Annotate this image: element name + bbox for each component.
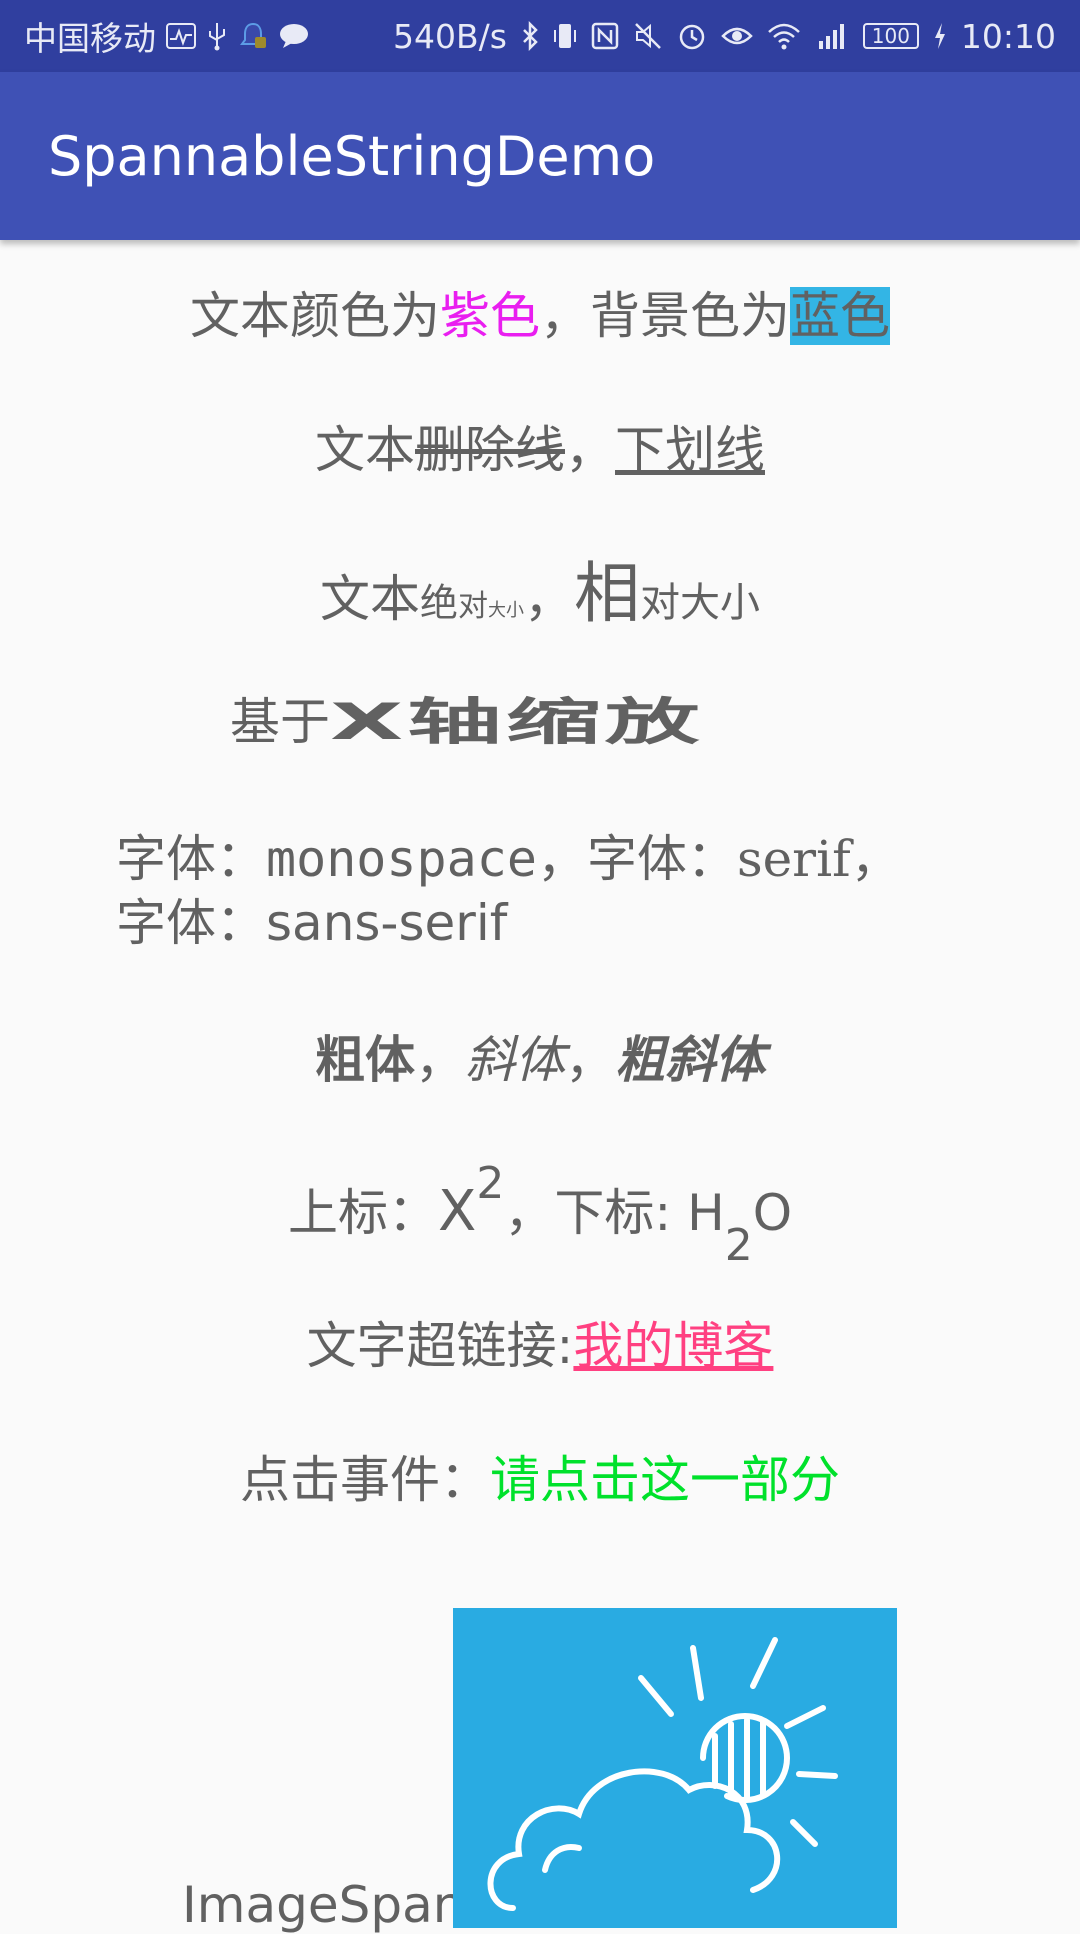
color-line-prefix: 文本颜色为 [190, 287, 440, 345]
app-bar: SpannableStringDemo [0, 72, 1080, 240]
font-label-2: 字体： [586, 830, 737, 888]
style-comma-2: ， [565, 1031, 615, 1089]
decoration-line-prefix: 文本 [315, 421, 415, 479]
activity-icon [166, 23, 196, 49]
relative-size-span: 相 [574, 555, 640, 632]
font-label-1: 字体： [116, 830, 266, 888]
image-span-label: ImageSpan [182, 1876, 465, 1934]
url-span-line: 文字超链接:我的博客 [0, 1306, 1080, 1378]
absolute-size-span-2: 对 [458, 589, 488, 624]
usb-icon [206, 21, 228, 51]
alarm-icon [677, 21, 707, 51]
scale-line-prefix: 基于 [230, 693, 330, 751]
script-comma: ， [504, 1184, 555, 1242]
italic-span: 斜体 [465, 1031, 565, 1089]
signal-4g-icon [815, 21, 849, 51]
size-span-line: 文本绝对大小，相对大小 [0, 540, 1080, 636]
size-line-prefix: 文本 [319, 570, 420, 628]
battery-level: 100 [871, 24, 910, 48]
font-label-3: 字体： [116, 894, 266, 952]
nfc-icon [591, 22, 619, 50]
clickable-span[interactable]: 请点击这一部分 [490, 1451, 840, 1509]
superscript-label: 上标： [287, 1184, 438, 1242]
net-speed: 540B/s [392, 16, 507, 56]
scale-x-wrapper: 基于X轴缩放 [230, 682, 850, 754]
subscript-span: 2 [724, 1220, 753, 1271]
purple-text-span: 紫色 [440, 287, 540, 345]
blue-background-span: 蓝色 [790, 287, 890, 345]
mute-icon [633, 21, 663, 51]
monospace-span: monospace [266, 830, 537, 888]
wifi-icon [767, 22, 801, 50]
content: 文本颜色为紫色，背景色为蓝色 文本删除线，下划线 文本绝对大小，相对大小 基于X… [0, 240, 1080, 1934]
notification-icon [238, 21, 268, 51]
color-span-line: 文本颜色为紫色，背景色为蓝色 [0, 276, 1080, 348]
vibrate-icon [553, 21, 577, 51]
sans-serif-span: sans-serif [266, 894, 508, 952]
app-title: SpannableStringDemo [48, 124, 656, 188]
font-comma-1: ， [536, 830, 587, 888]
font-comma-2: ， [850, 830, 901, 888]
underline-span: 下划线 [615, 421, 765, 479]
cloud-sun-icon [487, 1637, 838, 1911]
subscript-tail: O [752, 1184, 793, 1242]
absolute-size-span-1: 绝 [419, 581, 458, 625]
bold-italic-span: 粗斜体 [615, 1031, 765, 1089]
scale-x-span: X轴缩放 [330, 693, 704, 751]
superscript-span: 2 [476, 1158, 505, 1209]
subscript-label: 下标: [554, 1184, 688, 1242]
style-span-line: 粗体，斜体，粗斜体 [0, 1020, 1080, 1092]
script-span-line: 上标：X2，下标: H2O [0, 1158, 1080, 1271]
battery-icon: 100 [862, 23, 919, 49]
bold-span: 粗体 [315, 1031, 415, 1089]
eye-icon [721, 24, 753, 48]
subscript-base: H [687, 1184, 725, 1242]
superscript-base: X [437, 1179, 477, 1244]
click-span-line: 点击事件：请点击这一部分 [0, 1440, 1080, 1512]
clock: 10:10 [960, 16, 1056, 56]
color-line-middle: ，背景色为 [540, 287, 790, 345]
status-bar: 中国移动 540B/s 100 10:10 [0, 0, 1080, 72]
bluetooth-icon [521, 21, 539, 51]
style-comma-1: ， [415, 1031, 465, 1089]
serif-span: serif [736, 830, 851, 888]
decoration-comma: ， [565, 421, 615, 479]
weather-cloud-image [453, 1608, 897, 1928]
typeface-span-block: 字体：monospace，字体：serif， 字体：sans-serif [116, 827, 1016, 955]
decoration-span-line: 文本删除线，下划线 [0, 410, 1080, 482]
scale-x-span-line: 基于X轴缩放 [0, 682, 1080, 754]
relative-size-rest: 对大小 [640, 580, 760, 626]
carrier-label: 中国移动 [24, 19, 156, 58]
charging-icon [933, 22, 947, 50]
click-prefix: 点击事件： [240, 1451, 490, 1509]
absolute-size-span-3: 大小 [488, 600, 524, 621]
link-prefix: 文字超链接: [306, 1317, 574, 1375]
blog-link[interactable]: 我的博客 [573, 1317, 773, 1375]
strikethrough-span: 删除线 [415, 421, 565, 479]
size-comma: ， [524, 570, 574, 628]
message-icon [278, 22, 310, 50]
